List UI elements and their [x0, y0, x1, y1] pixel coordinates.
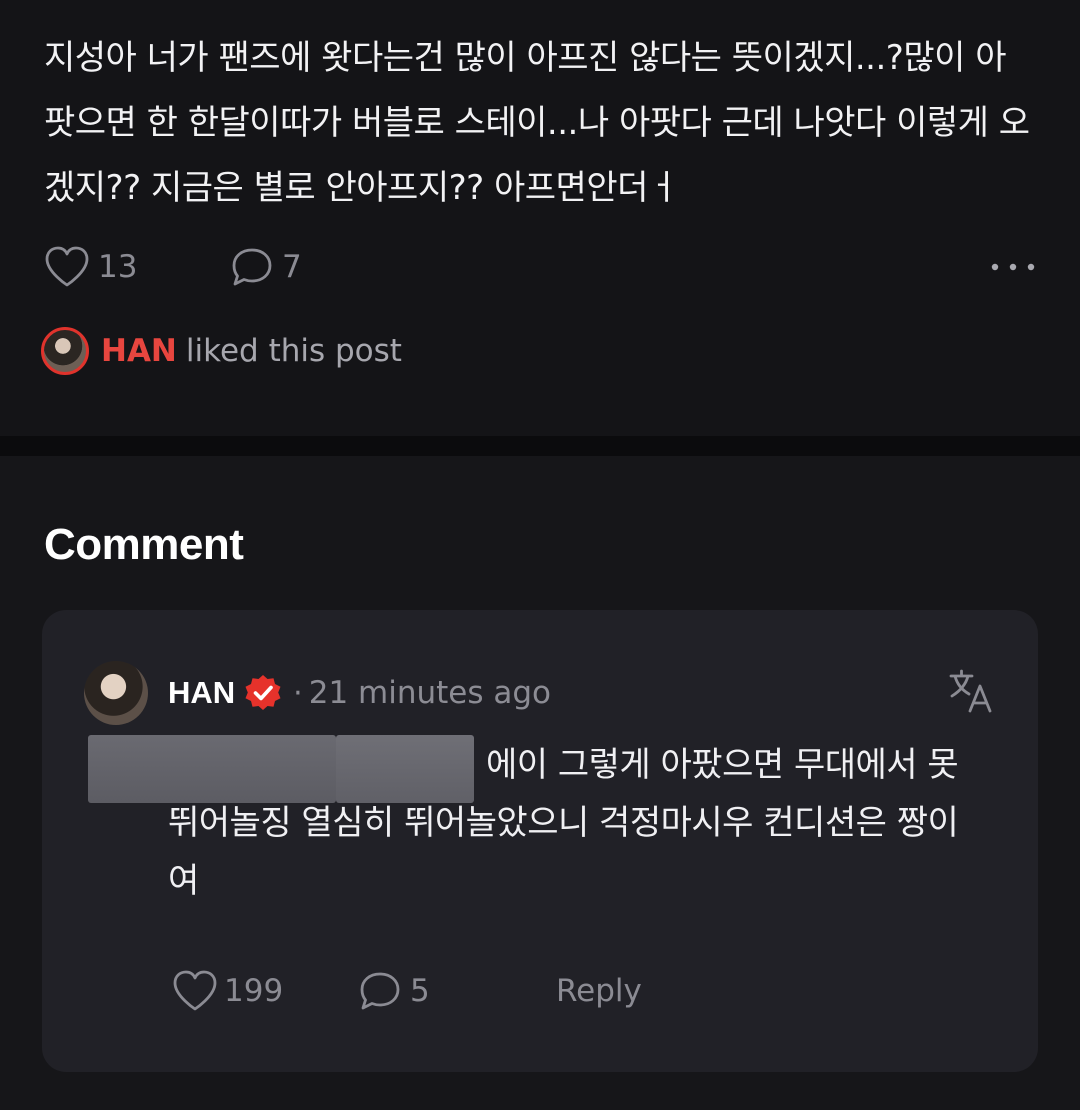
comment-reply-count: 5	[410, 973, 430, 1009]
comment-header: HAN · 21 minutes ago	[84, 661, 994, 725]
comment-actions: 199 5 Reply	[172, 966, 732, 1016]
post-like-button[interactable]: 13	[44, 242, 137, 292]
post: 지성아 너가 팬즈에 왓다는건 많이 아프진 않다는 뜻이겠지...?많이 아팟…	[0, 0, 1080, 436]
meta-separator: ·	[293, 675, 303, 711]
more-dots-icon	[991, 263, 1035, 271]
comment-card: HAN · 21 minutes ago 에이 그렇게 아팠으면 무대에서 못뛰…	[42, 610, 1038, 1072]
heart-outline-icon	[45, 246, 89, 287]
post-actions: 13 7	[44, 242, 1036, 292]
speech-bubble-icon	[360, 972, 400, 1010]
post-text: 지성아 너가 팬즈에 왓다는건 많이 아프진 않다는 뜻이겠지...?많이 아팟…	[44, 38, 1030, 208]
reply-button[interactable]: Reply	[556, 966, 642, 1016]
comment-like-button[interactable]: 199	[172, 966, 283, 1016]
post-like-count: 13	[98, 249, 138, 285]
comment-text: 에이 그렇게 아팠으면 무대에서 못뛰어놀징 열심히 뛰어놀았으니 걱정마시우 …	[168, 745, 959, 901]
comments-title: Comment	[44, 520, 244, 569]
liked-by-text: liked this post	[185, 333, 402, 369]
section-divider	[0, 436, 1080, 456]
comment-timestamp: 21 minutes ago	[308, 675, 551, 711]
liked-by-row[interactable]: HAN liked this post	[41, 326, 402, 376]
post-comment-count: 7	[282, 249, 302, 285]
heart-outline-icon	[173, 970, 217, 1011]
speech-bubble-icon	[232, 248, 272, 286]
comment-like-count: 199	[224, 973, 284, 1009]
more-options-button[interactable]	[990, 242, 1036, 292]
verified-badge-icon	[243, 673, 283, 713]
post-comment-button[interactable]: 7	[230, 242, 302, 292]
comment-author-name[interactable]: HAN	[168, 675, 235, 711]
liker-name[interactable]: HAN	[101, 333, 177, 369]
liker-avatar[interactable]	[41, 327, 89, 375]
comments-section: Comment HAN · 21 minutes ago 에이 그렇게 아팠으면…	[0, 456, 1080, 1110]
comment-author-avatar[interactable]	[84, 661, 148, 725]
translate-icon[interactable]	[948, 668, 994, 718]
comment-replies-button[interactable]: 5	[358, 966, 430, 1016]
